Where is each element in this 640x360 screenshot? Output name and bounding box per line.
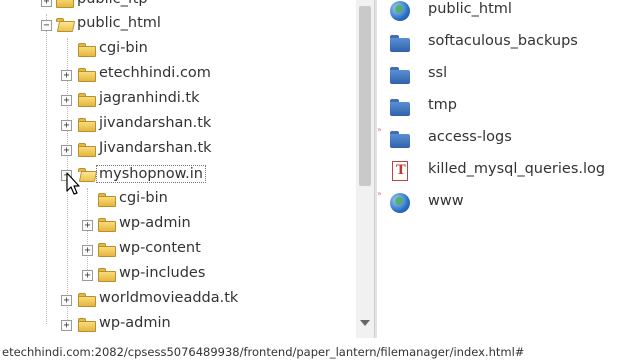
expand-icon[interactable]: + [61, 295, 72, 306]
tree-scroll-thumb[interactable] [359, 6, 371, 186]
tree-item-jagranhindi[interactable]: + jagranhindi.tk [0, 89, 350, 113]
file-name: www [428, 193, 464, 209]
folder-tree-pane: + public_ftp − public_html cgi-bin + ete… [0, 0, 374, 338]
folder-icon [56, 0, 74, 8]
expand-icon[interactable]: + [41, 0, 52, 7]
tree-item-etechhindi[interactable]: + etechhindi.com [0, 64, 350, 88]
tree-item-label: wp-admin [99, 315, 171, 331]
tree-item-label: jivandarshan.tk [99, 115, 212, 131]
tree-item-label: etechhindi.com [99, 65, 211, 81]
expand-icon[interactable]: + [61, 70, 72, 81]
folder-icon [98, 268, 116, 282]
folder-icon [98, 193, 116, 207]
tree-item-wp-admin-root[interactable]: + wp-admin [0, 314, 350, 338]
tree-item-wp-includes[interactable]: + wp-includes [0, 264, 350, 288]
folder-icon [78, 43, 96, 57]
file-name: softaculous_backups [428, 33, 578, 49]
tree-item-myshopnow[interactable]: − myshopnow.in [0, 164, 350, 188]
tree-item-wp-content[interactable]: + wp-content [0, 239, 350, 263]
tree-item-label: worldmovieadda.tk [99, 290, 239, 306]
expand-icon[interactable]: + [82, 270, 93, 281]
tree-item-label: Jivandarshan.tk [99, 140, 212, 156]
file-row-www[interactable]: » www [377, 187, 640, 219]
open-folder-icon [78, 168, 98, 182]
tree-item-cgi-bin[interactable]: cgi-bin [0, 189, 350, 213]
expand-icon[interactable]: + [61, 120, 72, 131]
folder-icon [389, 128, 411, 150]
symlink-marker-icon: » [377, 125, 382, 134]
status-url: etechhindi.com:2082/cpsess5076489938/fro… [2, 345, 525, 359]
file-row-access-logs[interactable]: » access-logs [377, 123, 640, 155]
tree-item-label: wp-admin [119, 215, 191, 231]
globe-icon [389, 192, 411, 214]
file-row-ssl[interactable]: ssl [377, 59, 640, 91]
globe-icon [389, 0, 411, 22]
tree-item-label: jagranhindi.tk [99, 90, 200, 106]
tree-item-label: public_ftp [77, 0, 148, 7]
file-name: tmp [428, 97, 458, 113]
folder-icon [78, 93, 96, 107]
folder-icon [78, 318, 96, 332]
tree-item-label: cgi-bin [99, 40, 148, 56]
file-row-tmp[interactable]: tmp [377, 91, 640, 123]
file-list-pane: public_html softaculous_backups ssl tmp … [377, 0, 640, 338]
tree-item-label: wp-includes [119, 265, 206, 281]
status-bar: etechhindi.com:2082/cpsess5076489938/fro… [0, 344, 640, 360]
folder-icon [389, 64, 411, 86]
folder-icon [98, 218, 116, 232]
tree-item-jivandarshan[interactable]: + jivandarshan.tk [0, 114, 350, 138]
folder-icon [78, 143, 96, 157]
folder-icon [78, 293, 96, 307]
tree-item-jivandarshan-caps[interactable]: + Jivandarshan.tk [0, 139, 350, 163]
file-name: killed_mysql_queries.log [428, 161, 606, 177]
file-name: ssl [428, 65, 448, 81]
tree-item-public-ftp[interactable]: + public_ftp [0, 0, 350, 13]
expand-icon[interactable]: + [82, 220, 93, 231]
scroll-down-arrow-icon[interactable] [360, 320, 370, 326]
file-row-softaculous-backups[interactable]: softaculous_backups [377, 27, 640, 59]
open-folder-icon [56, 18, 76, 32]
folder-icon [78, 118, 96, 132]
file-row-killed-mysql-queries[interactable]: T killed_mysql_queries.log [377, 155, 640, 187]
folder-icon [389, 96, 411, 118]
file-name: access-logs [428, 129, 512, 145]
tree-item-label: myshopnow.in [96, 165, 206, 183]
expand-icon[interactable]: + [82, 245, 93, 256]
collapse-icon[interactable]: − [41, 20, 52, 31]
file-row-public-html[interactable]: public_html [377, 0, 640, 27]
expand-icon[interactable]: + [61, 320, 72, 331]
tree-item-label: cgi-bin [119, 190, 168, 206]
tree-item-label: public_html [77, 15, 161, 31]
symlink-marker-icon: » [377, 189, 382, 198]
expand-icon[interactable]: + [61, 145, 72, 156]
tree-item-public-html[interactable]: − public_html [0, 14, 350, 38]
folder-icon [98, 243, 116, 257]
tree-scrollbar[interactable] [356, 0, 374, 338]
folder-icon [389, 32, 411, 54]
tree-item-label: wp-content [119, 240, 201, 256]
tree-item-wp-admin[interactable]: + wp-admin [0, 214, 350, 238]
expand-icon[interactable]: + [61, 95, 72, 106]
tree-item-cgi-bin[interactable]: cgi-bin [0, 39, 350, 63]
mouse-cursor-icon [66, 172, 80, 195]
file-name: public_html [428, 1, 512, 17]
text-file-icon: T [389, 160, 411, 182]
folder-icon [78, 68, 96, 82]
tree-item-worldmovieadda[interactable]: + worldmovieadda.tk [0, 289, 350, 313]
